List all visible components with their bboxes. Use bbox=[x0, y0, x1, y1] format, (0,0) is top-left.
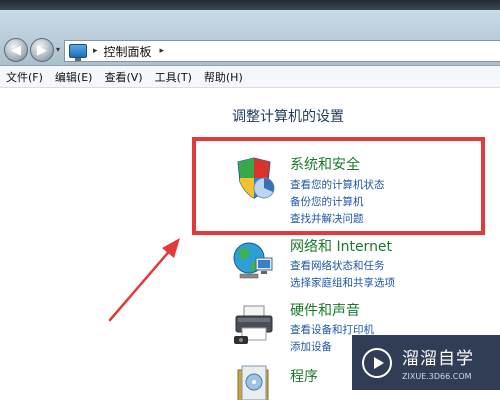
highlight-box-system-security bbox=[192, 137, 485, 235]
link-add-device[interactable]: 添加设备 bbox=[290, 339, 332, 354]
watermark-title: 溜溜自学 bbox=[402, 349, 474, 369]
link-homegroup-sharing[interactable]: 选择家庭组和共享选项 bbox=[290, 275, 395, 290]
breadcrumb-separator-2[interactable]: ▸ bbox=[160, 46, 165, 56]
menu-edit[interactable]: 编辑(E) bbox=[55, 69, 93, 85]
menu-help[interactable]: 帮助(H) bbox=[204, 69, 243, 85]
printer-hardware-icon[interactable] bbox=[232, 302, 276, 346]
category-hardware-sound[interactable]: 硬件和声音 bbox=[290, 300, 360, 320]
back-button[interactable]: ◀ bbox=[4, 38, 28, 62]
breadcrumb-control-panel[interactable]: 控制面板 bbox=[104, 43, 152, 60]
address-bar[interactable]: ▸ 控制面板 ▸ bbox=[64, 40, 500, 62]
link-network-status[interactable]: 查看网络状态和任务 bbox=[290, 258, 385, 273]
navigation-toolbar: ◀ ▶ ▾ ▸ 控制面板 ▸ bbox=[0, 10, 500, 66]
category-programs[interactable]: 程序 bbox=[290, 366, 318, 386]
network-globe-icon[interactable] bbox=[232, 238, 276, 282]
watermark: 溜溜自学 ZIXUE.3D66.COM bbox=[352, 335, 500, 390]
menu-view[interactable]: 查看(V) bbox=[104, 69, 142, 85]
arrow-left-icon: ◀ bbox=[11, 42, 21, 58]
watermark-url: ZIXUE.3D66.COM bbox=[402, 372, 472, 381]
recent-pages-dropdown-icon[interactable]: ▾ bbox=[56, 45, 60, 54]
menu-bar: 文件(F) 编辑(E) 查看(V) 工具(T) 帮助(H) bbox=[0, 66, 500, 88]
play-logo-icon bbox=[362, 347, 392, 378]
arrow-right-icon: ▶ bbox=[37, 42, 47, 58]
programs-icon[interactable] bbox=[232, 362, 276, 400]
breadcrumb-separator[interactable]: ▸ bbox=[93, 46, 98, 56]
forward-button[interactable]: ▶ bbox=[30, 38, 54, 62]
category-network-internet[interactable]: 网络和 Internet bbox=[290, 236, 392, 256]
control-panel-icon bbox=[69, 44, 87, 61]
menu-tools[interactable]: 工具(T) bbox=[155, 69, 192, 85]
menu-file[interactable]: 文件(F) bbox=[6, 69, 43, 85]
page-title: 调整计算机的设置 bbox=[232, 109, 344, 125]
window-title-bar bbox=[0, 0, 500, 10]
